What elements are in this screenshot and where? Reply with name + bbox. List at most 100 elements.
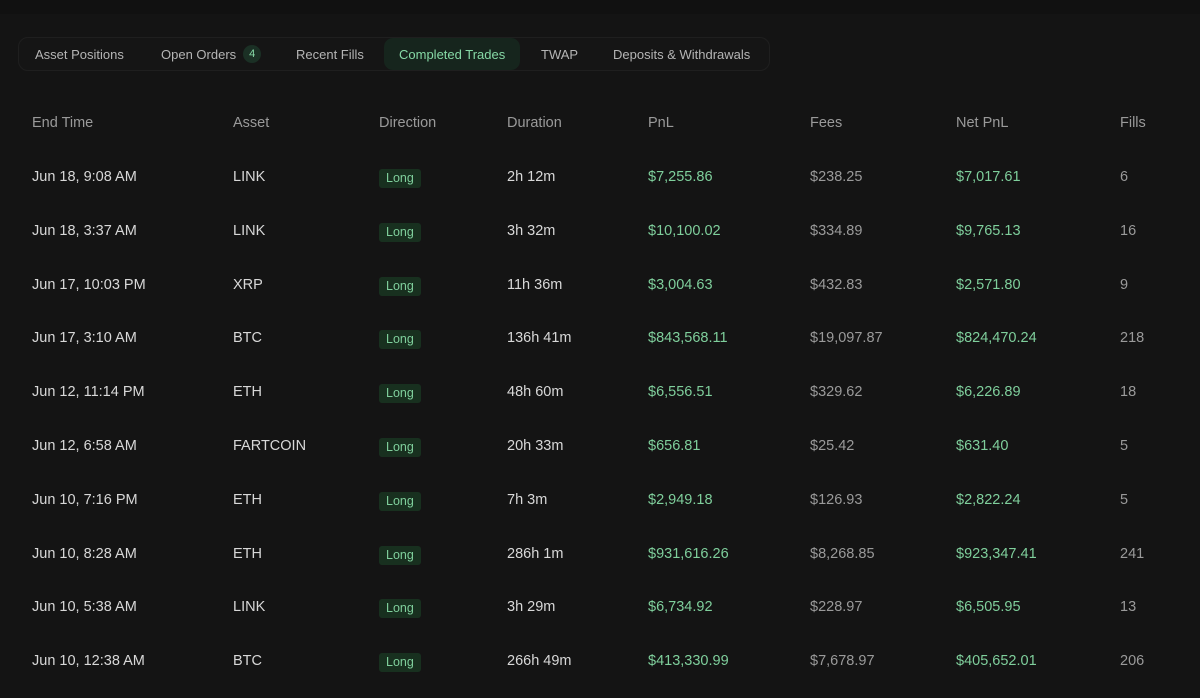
asset-cell: LINK <box>233 169 266 185</box>
fees-cell: $334.89 <box>810 222 863 239</box>
duration-cell: 3h 32m <box>507 222 556 239</box>
end-time-cell: Jun 18, 9:08 AM <box>32 169 137 185</box>
tab-twap[interactable]: TWAP <box>541 38 578 70</box>
direction-cell: Long <box>379 580 421 634</box>
header-duration[interactable]: Duration <box>507 115 562 131</box>
fills-cell: 6 <box>1120 169 1129 185</box>
fees-cell: $238.25 <box>810 169 863 185</box>
completed-trades-page: Asset Positions Open Orders 4 Recent Fil… <box>0 0 1200 698</box>
asset-cell: BTC <box>233 330 262 347</box>
asset-cell: LINK <box>233 599 266 616</box>
fills-cell: 16 <box>1120 222 1137 239</box>
tab-completed-trades[interactable]: Completed Trades <box>384 38 521 70</box>
direction-badge: Long <box>379 545 421 565</box>
direction-badge: Long <box>379 599 421 619</box>
direction-badge: Long <box>379 222 421 242</box>
fees-cell: $7,678.97 <box>810 653 875 670</box>
end-time-cell: Jun 10, 5:38 AM <box>32 599 137 616</box>
net-pnl-cell: $631.40 <box>956 438 1009 454</box>
pnl-cell: $6,556.51 <box>648 384 713 401</box>
tab-bar: Asset Positions Open Orders 4 Recent Fil… <box>18 37 770 71</box>
table-row[interactable]: Jun 10, 7:16 PM ETH Long 7h 3m $2,949.18 $126… <box>0 473 1200 527</box>
table-row[interactable]: Jun 18, 3:37 AM LINK Long 3h 32m $10,100.02 $… <box>0 204 1200 258</box>
tab-label: Open Orders <box>161 46 237 62</box>
duration-cell: 48h 60m <box>507 384 564 401</box>
table-row[interactable]: Jun 10, 8:28 AM ETH Long 286h 1m $931,616.26… <box>0 527 1200 581</box>
table-row[interactable]: Jun 10, 12:38 AM BTC Long 266h 49m $413,330.… <box>0 634 1200 688</box>
direction-badge: Long <box>379 653 421 673</box>
asset-cell: ETH <box>233 384 262 401</box>
fills-cell: 206 <box>1120 653 1145 670</box>
pnl-cell: $931,616.26 <box>648 545 729 562</box>
pnl-cell: $413,330.99 <box>648 653 729 670</box>
net-pnl-cell: $923,347.41 <box>956 545 1037 562</box>
net-pnl-cell: $6,505.95 <box>956 599 1021 616</box>
direction-badge: Long <box>379 384 421 404</box>
pnl-cell: $6,734.92 <box>648 599 713 616</box>
tab-deposits-withdrawals[interactable]: Deposits & Withdrawals <box>613 38 750 70</box>
table-row[interactable]: Jun 17, 10:03 PM XRP Long 11h 36m $3,004.63 $… <box>0 258 1200 312</box>
direction-cell: Long <box>379 419 421 473</box>
duration-cell: 7h 3m <box>507 491 548 508</box>
table-row[interactable]: Jun 10, 5:38 AM LINK Long 3h 29m $6,734.92 $2… <box>0 580 1200 634</box>
fills-cell: 218 <box>1120 330 1145 347</box>
pnl-cell: $3,004.63 <box>648 276 713 293</box>
asset-cell: FARTCOIN <box>233 438 307 454</box>
net-pnl-cell: $6,226.89 <box>956 384 1021 401</box>
end-time-cell: Jun 18, 3:37 AM <box>32 222 137 239</box>
fees-cell: $126.93 <box>810 491 863 508</box>
fees-cell: $329.62 <box>810 384 863 401</box>
tab-asset-positions[interactable]: Asset Positions <box>35 38 124 70</box>
header-direction[interactable]: Direction <box>379 115 436 131</box>
asset-cell: LINK <box>233 222 266 239</box>
duration-cell: 2h 12m <box>507 169 556 185</box>
tab-label: Recent Fills <box>296 46 364 62</box>
tab-label: Deposits & Withdrawals <box>613 46 751 62</box>
direction-badge: Long <box>379 276 421 296</box>
pnl-cell: $7,255.86 <box>648 169 713 185</box>
direction-badge: Long <box>379 330 421 350</box>
asset-cell: ETH <box>233 545 262 562</box>
header-asset[interactable]: Asset <box>233 115 269 131</box>
tab-recent-fills[interactable]: Recent Fills <box>296 38 364 70</box>
table-row[interactable]: Jun 12, 11:14 PM ETH Long 48h 60m $6,556.51 $… <box>0 365 1200 419</box>
header-net-pnl[interactable]: Net PnL <box>956 115 1008 131</box>
header-fills[interactable]: Fills <box>1120 115 1146 131</box>
table-row[interactable]: Jun 18, 9:08 AM LINK Long 2h 12m $7,255.86 $2… <box>0 150 1200 204</box>
fills-cell: 241 <box>1120 545 1145 562</box>
net-pnl-cell: $2,571.80 <box>956 276 1021 293</box>
tab-open-orders[interactable]: Open Orders 4 <box>161 38 262 70</box>
asset-cell: BTC <box>233 653 262 670</box>
net-pnl-cell: $9,765.13 <box>956 222 1021 239</box>
direction-cell: Long <box>379 150 421 204</box>
direction-cell: Long <box>379 634 421 688</box>
table-row[interactable]: Jun 17, 3:10 AM BTC Long 136h 41m $843,568.1… <box>0 311 1200 365</box>
header-end-time[interactable]: End Time <box>32 115 93 131</box>
fees-cell: $25.42 <box>810 438 855 454</box>
asset-cell: ETH <box>233 491 262 508</box>
duration-cell: 3h 29m <box>507 599 556 616</box>
table-row[interactable]: Jun 12, 6:58 AM FARTCOIN Long 20h 33m $656.8… <box>0 419 1200 473</box>
tab-label: Completed Trades <box>399 46 506 62</box>
direction-cell: Long <box>379 311 421 365</box>
header-fees[interactable]: Fees <box>810 115 842 131</box>
fees-cell: $228.97 <box>810 599 863 616</box>
duration-cell: 11h 36m <box>507 276 563 293</box>
direction-cell: Long <box>379 527 421 581</box>
end-time-cell: Jun 10, 7:16 PM <box>32 491 138 508</box>
fees-cell: $432.83 <box>810 276 863 293</box>
direction-badge: Long <box>379 438 421 457</box>
tab-label: TWAP <box>541 46 579 62</box>
fees-cell: $8,268.85 <box>810 545 875 562</box>
duration-cell: 266h 49m <box>507 653 572 670</box>
asset-cell: XRP <box>233 276 263 293</box>
net-pnl-cell: $7,017.61 <box>956 169 1021 185</box>
net-pnl-cell: $405,652.01 <box>956 653 1037 670</box>
direction-cell: Long <box>379 365 421 419</box>
end-time-cell: Jun 17, 10:03 PM <box>32 276 146 293</box>
pnl-cell: $10,100.02 <box>648 222 721 239</box>
duration-cell: 136h 41m <box>507 330 572 347</box>
fills-cell: 5 <box>1120 491 1129 508</box>
header-pnl[interactable]: PnL <box>648 115 674 131</box>
pnl-cell: $2,949.18 <box>648 491 713 508</box>
